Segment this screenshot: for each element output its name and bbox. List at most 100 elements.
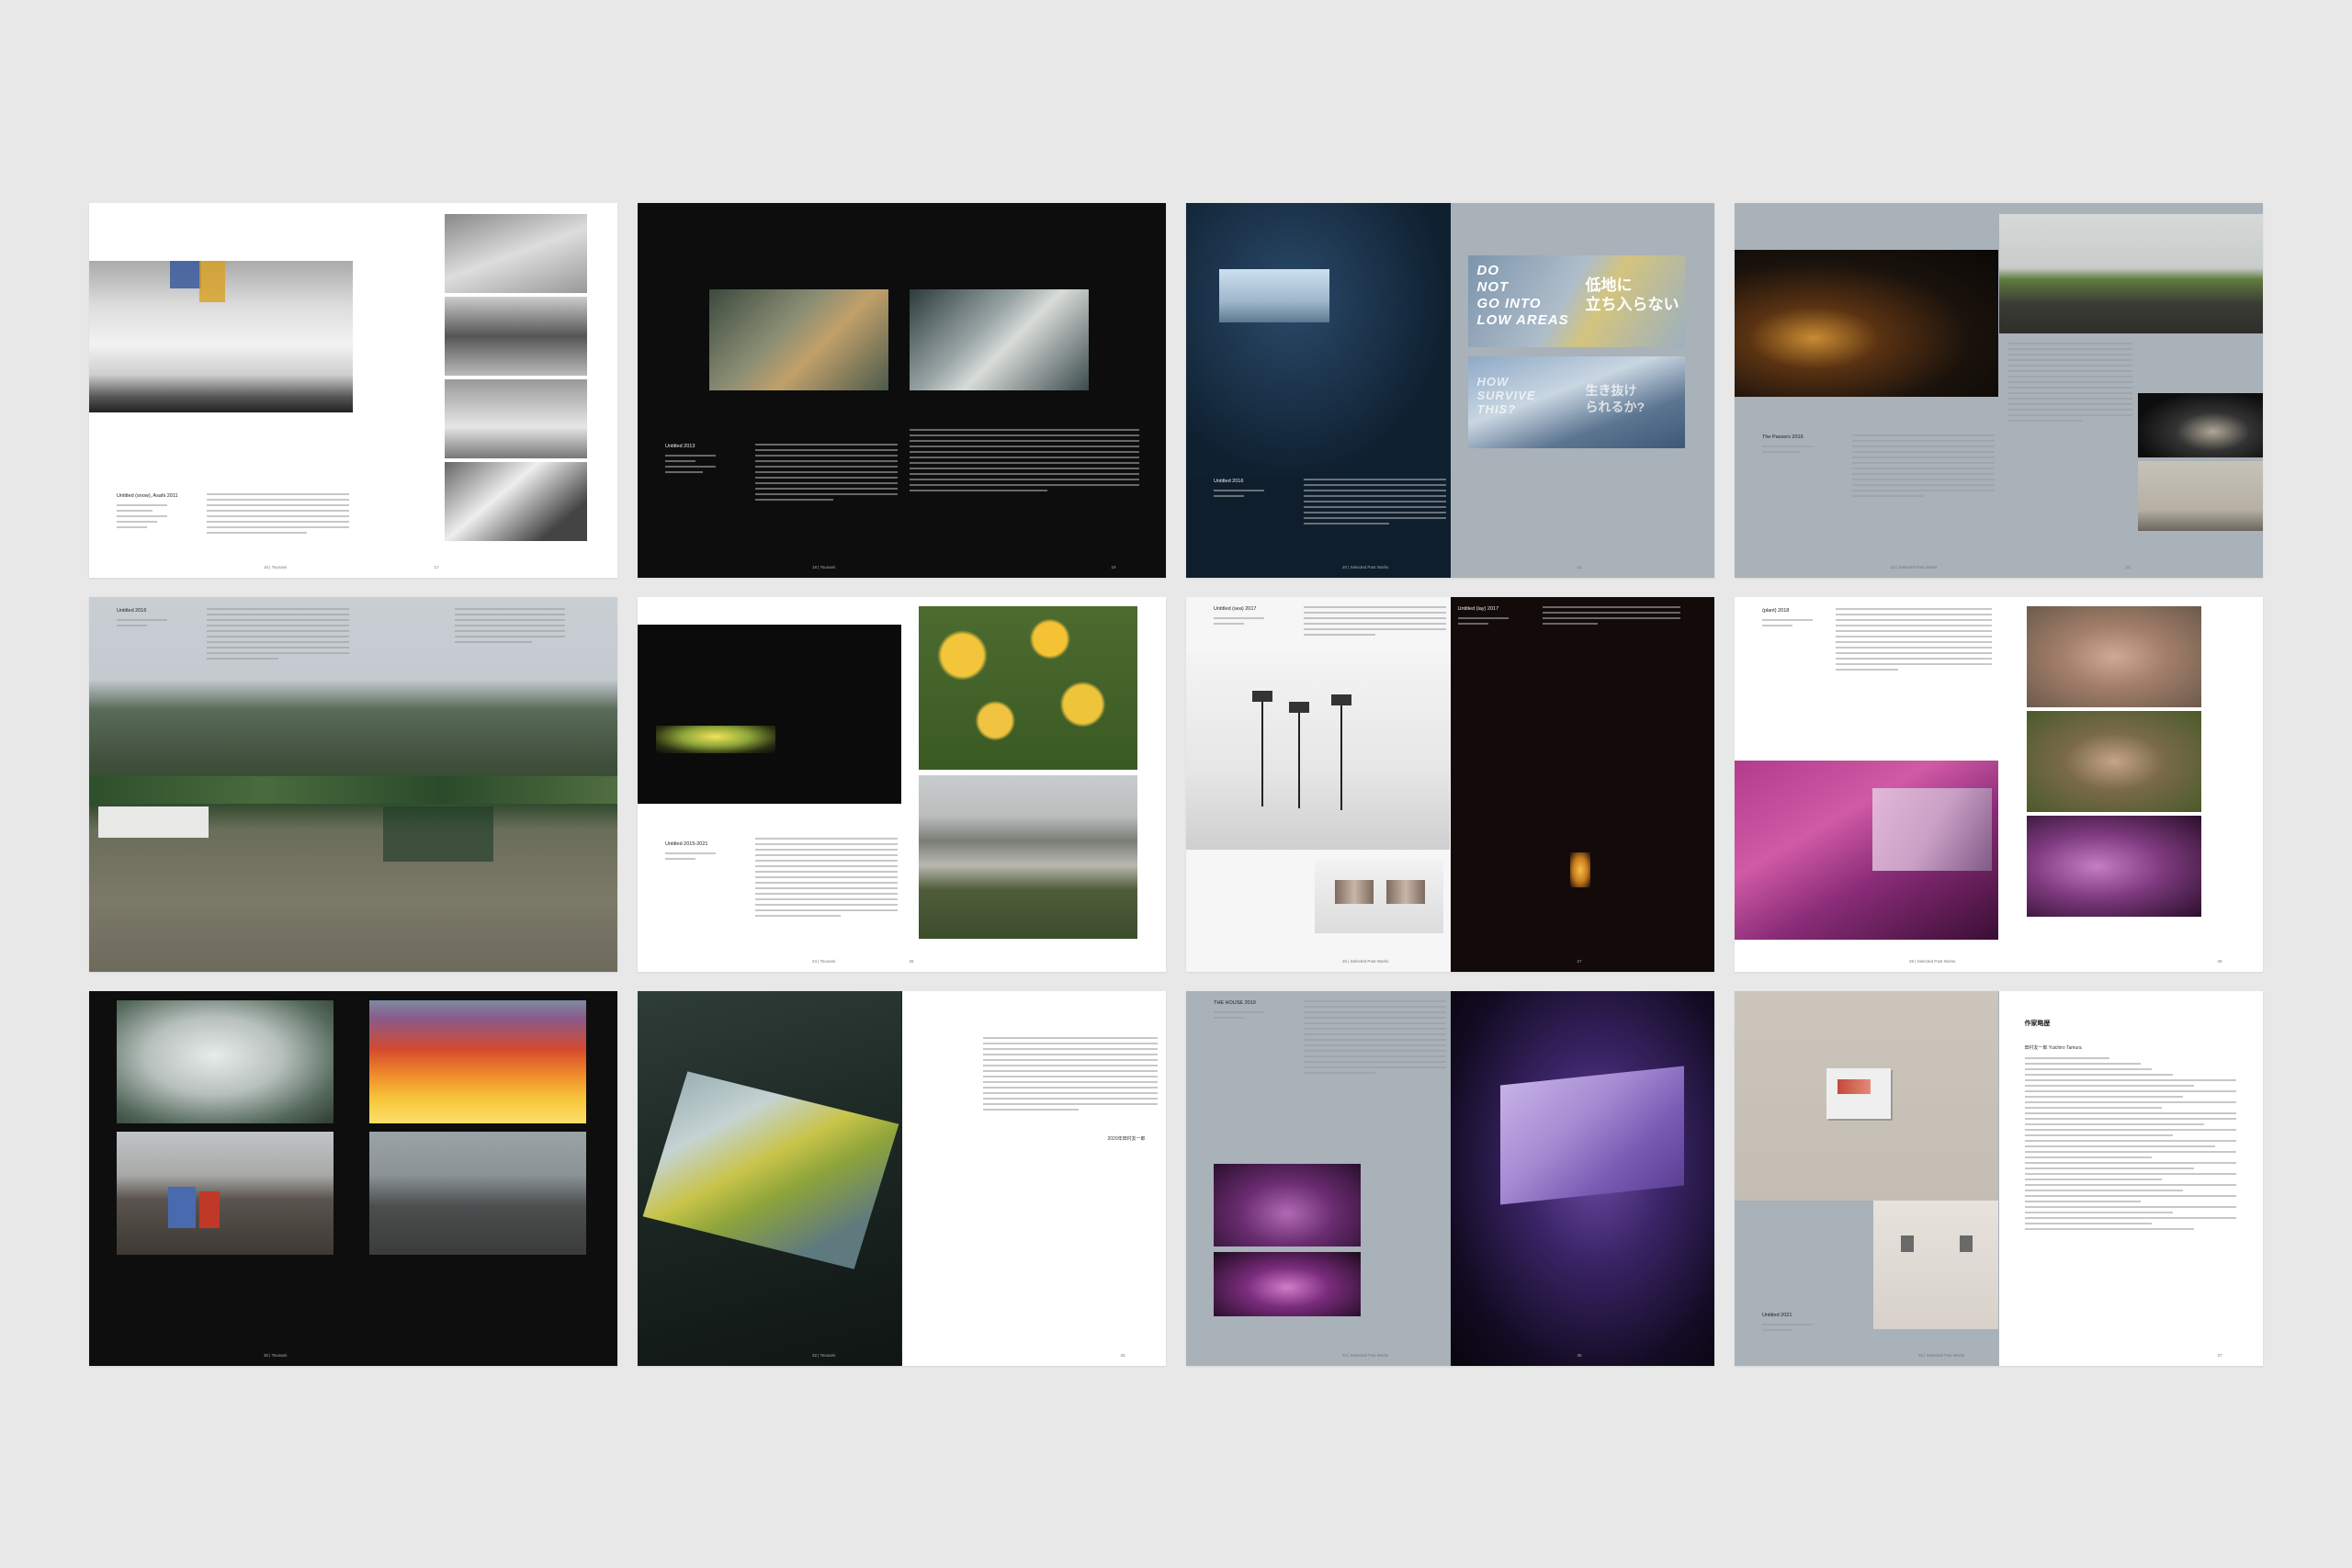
body-text: [755, 838, 898, 920]
page-right: 29: [1998, 597, 2263, 972]
folio-left: 36 | Selected Past Works: [1918, 1353, 1965, 1358]
photo-night-detail: [2137, 393, 2263, 457]
caption-meta: [1214, 1011, 1264, 1022]
folio-left: 20 | Selected Past Works: [1342, 565, 1389, 570]
folio-right: 37: [2217, 1353, 2222, 1358]
page-right: 25: [901, 597, 1166, 972]
photo-exhibition-screen-2: [909, 289, 1089, 390]
caption-meta: [1762, 446, 1813, 457]
page-left: THE HOUSE 2019 34 | Selected Past Works: [1186, 991, 1451, 1366]
folio-right: 17: [434, 565, 439, 570]
spread-12[interactable]: Untitled 2021 36 | Selected Past Works 作…: [1735, 991, 2263, 1366]
page-right: 2020年田村友一郎 33: [901, 991, 1166, 1366]
spread-2[interactable]: Untitled 2013 18 | Tsunami 19: [638, 203, 1166, 578]
photo-hands-plant: [2026, 606, 2201, 707]
photo-purple-stage: [1214, 1252, 1361, 1316]
body-text: [2007, 343, 2132, 425]
photo-truck-flowers: [918, 775, 1137, 939]
bio-list: [2024, 1057, 2236, 1234]
folio-left: 18 | Tsunami: [812, 565, 836, 570]
spread-5[interactable]: Untitled 2016: [89, 597, 617, 972]
caption: Untitled (snow), Asahi 2011: [117, 493, 178, 499]
body-text: [1304, 606, 1446, 639]
body-text: [1852, 434, 1995, 501]
caption-meta: [117, 619, 167, 630]
page-right: 35: [1450, 991, 1714, 1366]
page-left: (plant) 2018 28 | Selected Past Works: [1735, 597, 1999, 972]
photo-yellow-flowers: [918, 606, 1137, 770]
caption: The Passers 2016: [1762, 434, 1804, 440]
folio-right: 35: [1577, 1353, 1582, 1358]
page-left: 32 | Tsunami: [638, 991, 902, 1366]
folio-right: 23: [2125, 565, 2131, 570]
photo-exhibition-screen-1: [709, 289, 888, 390]
spread-3[interactable]: Untitled 2016 20 | Selected Past Works D…: [1186, 203, 1714, 578]
caption2: Untitled (lay) 2017: [1457, 606, 1499, 612]
photo-gallery-wall: [1873, 1201, 1998, 1329]
caption: Untitled 2016: [1214, 479, 1244, 484]
caption: (plant) 2018: [1762, 608, 1790, 614]
photo-hikers-volcano: [117, 1132, 334, 1255]
photo-purple-leaves: [2026, 816, 2201, 917]
body-text: [207, 493, 349, 537]
caption-meta: [1214, 617, 1264, 628]
folio-left: 24 | Tsunami: [812, 959, 836, 964]
poster-title-jp: 低地に 立ち入らない: [1585, 276, 1679, 313]
body-text: [1542, 606, 1680, 628]
caption-meta: [1762, 1324, 1813, 1335]
spread-4[interactable]: The Passers 2016 22 | Selected Past Work…: [1735, 203, 2263, 578]
poster2-title-en: HOW SURVIVE THIS?: [1476, 375, 1536, 416]
page-left: Untitled 2016 20 | Selected Past Works: [1186, 203, 1451, 578]
folio-right: 27: [1577, 959, 1582, 964]
spread-1[interactable]: Untitled (snow), Asahi 2011 16 | Tsunami…: [89, 203, 617, 578]
page-right: 23: [1998, 203, 2263, 578]
page-right: 19: [901, 203, 1166, 578]
photo-wall-object: [1735, 991, 1998, 1201]
spread-7[interactable]: Untitled (sea) 2017 26 | Selected Past W…: [1186, 597, 1714, 972]
poster-survive: HOW SURVIVE THIS? 生き抜け られるか?: [1467, 356, 1685, 448]
spread-9[interactable]: 30 | Tsunami: [89, 991, 617, 1366]
essay-text: [982, 1037, 1158, 1114]
caption-meta: [117, 504, 167, 532]
caption-meta: [665, 455, 716, 477]
photo-snow-car: [444, 462, 587, 541]
poster-title-en: DO NOT GO INTO LOW AREAS: [1476, 263, 1569, 328]
spread-6[interactable]: Untitled 2015-2021 24 | Tsunami 25: [638, 597, 1166, 972]
caption: Untitled 2016: [117, 608, 147, 614]
folio-left: 30 | Tsunami: [264, 1353, 288, 1358]
page-right: 17: [353, 203, 617, 578]
photo-magenta-installation: [1735, 761, 1998, 940]
page-right: 作家略歴 田村友一郎 Yuichiro Tamura 37: [1998, 991, 2263, 1366]
body-text-left: [207, 608, 349, 663]
photo-still-life: [2137, 461, 2263, 531]
body-text: [755, 444, 898, 504]
caption-meta: [665, 852, 716, 863]
caption-meta: [1214, 490, 1264, 501]
folio-left: 28 | Selected Past Works: [1909, 959, 1956, 964]
page-left: Untitled (sea) 2017 26 | Selected Past W…: [1186, 597, 1451, 972]
photo-snow-shovel: [89, 261, 353, 412]
essay-signature: 2020年田村友一郎: [1107, 1136, 1146, 1142]
folio-left: 26 | Selected Past Works: [1342, 959, 1389, 964]
folio-right: 19: [1111, 565, 1116, 570]
caption-meta: [1457, 617, 1509, 628]
body-text: [1304, 479, 1446, 528]
page-right: Untitled (lay) 2017 27: [1450, 597, 1714, 972]
page-left: Untitled (snow), Asahi 2011 16 | Tsunami: [89, 203, 354, 578]
page-right: DO NOT GO INTO LOW AREAS 低地に 立ち入らない HOW …: [1450, 203, 1714, 578]
folio-right: 33: [1120, 1353, 1125, 1358]
photo-snow-field: [444, 379, 587, 458]
body-text-right: [455, 608, 565, 647]
spread-8[interactable]: (plant) 2018 28 | Selected Past Works 29: [1735, 597, 2263, 972]
spread-11[interactable]: THE HOUSE 2019 34 | Selected Past Works …: [1186, 991, 1714, 1366]
page-left: Untitled 2013 18 | Tsunami: [638, 203, 902, 578]
body-text: [1304, 1000, 1446, 1077]
folio-right: 25: [909, 959, 914, 964]
poster2-title-jp: 生き抜け られるか?: [1585, 383, 1645, 414]
spread-10[interactable]: 32 | Tsunami 2020年田村友一郎 33: [638, 991, 1166, 1366]
body-text: [909, 429, 1139, 495]
photo-grass-mound: [1998, 214, 2263, 333]
caption: THE HOUSE 2019: [1214, 1000, 1256, 1006]
photo-monitor-eyes: [1315, 860, 1443, 933]
photo-plant-pod: [2026, 711, 2201, 812]
